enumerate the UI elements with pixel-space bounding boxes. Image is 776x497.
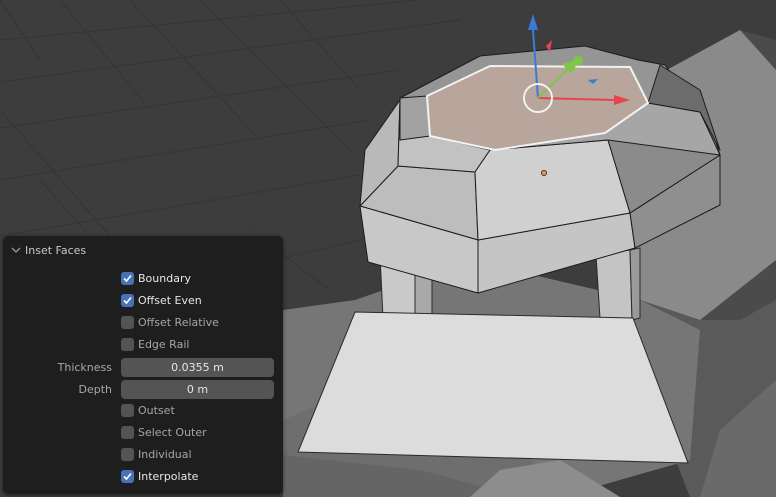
- edge-rail-label: Edge Rail: [138, 338, 190, 351]
- offset-relative-row[interactable]: Offset Relative: [3, 313, 283, 333]
- offset-relative-label: Offset Relative: [138, 316, 219, 329]
- thickness-label: Thickness: [57, 361, 112, 374]
- object-origin: [541, 170, 547, 176]
- thickness-row: Thickness 0.0355 m: [3, 358, 283, 378]
- thickness-field[interactable]: 0.0355 m: [121, 358, 274, 377]
- boundary-checkbox[interactable]: [121, 272, 134, 285]
- interpolate-row[interactable]: Interpolate: [3, 467, 283, 487]
- offset-even-checkbox[interactable]: [121, 294, 134, 307]
- mesh-plate: [297, 311, 689, 464]
- edge-rail-row[interactable]: Edge Rail: [3, 335, 283, 355]
- outset-row[interactable]: Outset: [3, 401, 283, 421]
- offset-even-label: Offset Even: [138, 294, 202, 307]
- depth-field[interactable]: 0 m: [121, 380, 274, 399]
- check-icon: [123, 296, 132, 305]
- interpolate-label: Interpolate: [138, 470, 199, 483]
- offset-even-row[interactable]: Offset Even: [3, 291, 283, 311]
- individual-label: Individual: [138, 448, 192, 461]
- select-outer-row[interactable]: Select Outer: [3, 423, 283, 443]
- panel-header[interactable]: Inset Faces: [11, 242, 86, 258]
- select-outer-label: Select Outer: [138, 426, 207, 439]
- boundary-label: Boundary: [138, 272, 191, 285]
- individual-row[interactable]: Individual: [3, 445, 283, 465]
- interpolate-checkbox[interactable]: [121, 470, 134, 483]
- check-icon: [123, 472, 132, 481]
- depth-label: Depth: [78, 383, 112, 396]
- edge-rail-checkbox[interactable]: [121, 338, 134, 351]
- individual-checkbox[interactable]: [121, 448, 134, 461]
- offset-relative-checkbox[interactable]: [121, 316, 134, 329]
- operator-panel: Inset Faces Boundary Offset Even Offset …: [3, 236, 283, 494]
- depth-row: Depth 0 m: [3, 380, 283, 400]
- check-icon: [123, 274, 132, 283]
- outset-checkbox[interactable]: [121, 404, 134, 417]
- boundary-row[interactable]: Boundary: [3, 269, 283, 289]
- panel-title: Inset Faces: [25, 243, 87, 257]
- select-outer-checkbox[interactable]: [121, 426, 134, 439]
- chevron-down-icon: [11, 247, 21, 253]
- outset-label: Outset: [138, 404, 175, 417]
